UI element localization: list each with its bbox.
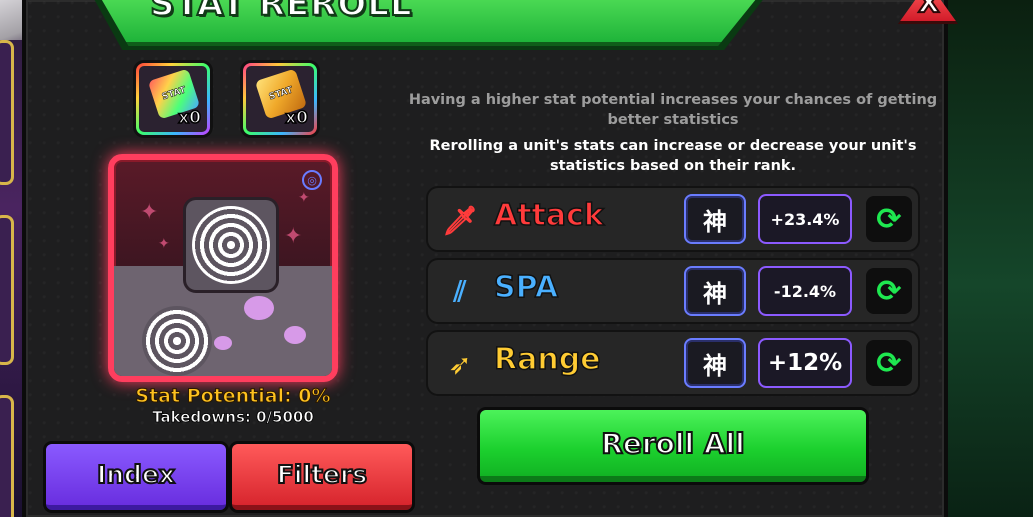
bow-icon: ➶ [448,347,472,381]
element-icon: ◎ [302,170,322,190]
paint-splat [244,296,274,320]
sparkle-icon: ✦ [158,236,170,252]
stat-name: Range [493,341,601,378]
stat-value: +23.4% [758,194,852,244]
item-count: x0 [177,107,201,129]
filters-button[interactable]: Filters [232,444,412,510]
side-tab[interactable] [0,395,14,517]
item-slot-rainbow-stat-chip[interactable]: STAT x0 [136,63,210,135]
info-text-potential: Having a higher stat potential increases… [408,92,938,128]
index-button[interactable]: Index [46,444,226,510]
swirl-emblem [142,306,212,376]
takedowns-counter: Takedowns: 0/5000 [152,408,314,427]
side-tab[interactable] [0,215,14,365]
unit-card[interactable]: ✦ ✦ ✦ ✦ ◎ [108,154,338,382]
sparkle-icon: ✦ [284,224,303,249]
claw-slash-icon: ⫽ [453,275,467,308]
sword-icon: 🗡 [442,203,478,237]
stat-value: +12% [758,338,852,388]
paint-splat [284,326,306,344]
reroll-all-button[interactable]: Reroll All [480,410,866,482]
stat-name: SPA [493,269,559,306]
close-icon[interactable]: X [917,0,941,20]
stat-value: -12.4% [758,266,852,316]
stat-row-attack: 🗡 Attack 神 +23.4% ⟳ [428,188,918,250]
refresh-icon: ⟳ [876,273,902,309]
reroll-attack-button[interactable]: ⟳ [866,196,912,242]
stat-name: Attack [493,197,604,234]
info-text-reroll: Rerolling a unit's stats can increase or… [429,138,917,174]
paint-splat [214,336,232,350]
reroll-spa-button[interactable]: ⟳ [866,268,912,314]
refresh-icon: ⟳ [876,345,902,381]
item-count: x0 [284,107,308,129]
stat-row-spa: ⫽ SPA 神 -12.4% ⟳ [428,260,918,322]
reroll-range-button[interactable]: ⟳ [866,340,912,386]
unit-head [186,200,276,290]
refresh-icon: ⟳ [876,201,902,237]
background-right [938,0,1033,517]
sparkle-icon: ✦ [298,190,310,206]
rank-badge: 神 [684,266,746,316]
sparkle-icon: ✦ [140,200,159,225]
swirl-emblem [192,206,270,284]
window-title: STAT REROLL [149,0,413,25]
item-slot-gold-stat-chip[interactable]: STAT x0 [243,63,317,135]
rank-badge: 神 [684,194,746,244]
stat-potential: Stat Potential: 0% [135,385,331,408]
side-tab[interactable] [0,40,14,185]
rank-badge: 神 [684,338,746,388]
stat-row-range: ➶ Range 神 +12% ⟳ [428,332,918,394]
